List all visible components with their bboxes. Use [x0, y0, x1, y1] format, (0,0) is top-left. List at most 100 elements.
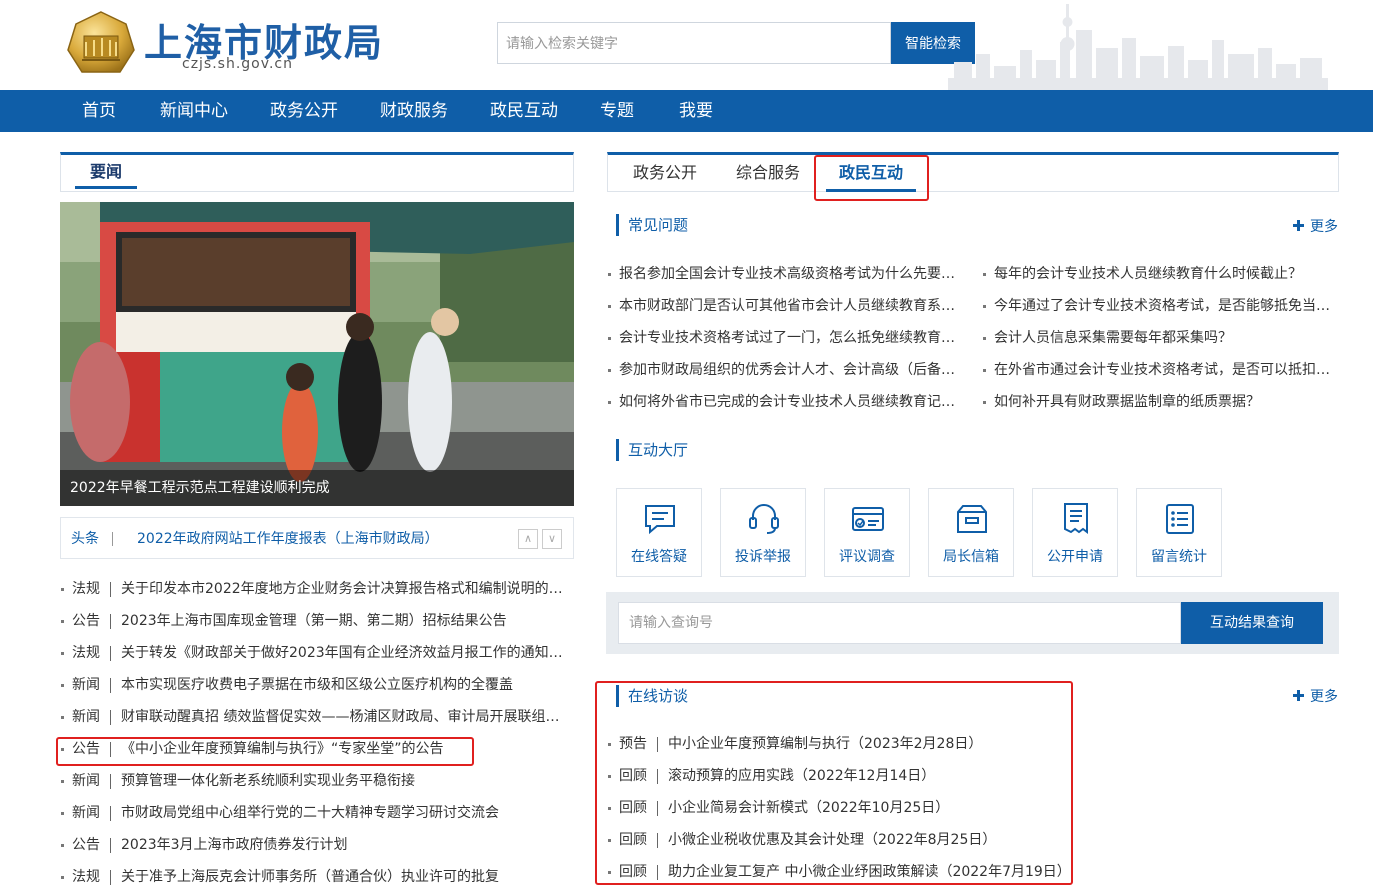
tile-message-stats[interactable]: 留言统计: [1136, 488, 1222, 577]
faq-item[interactable]: 本市财政部门是否认可其他省市会计人员继续教育系统学时？: [607, 290, 957, 322]
tile-disclosure-request[interactable]: 公开申请: [1032, 488, 1118, 577]
news-title[interactable]: 2023年3月上海市政府债券发行计划: [121, 829, 566, 861]
interview-category: 回顾: [619, 800, 647, 816]
news-item[interactable]: 公告 《中小企业年度预算编制与执行》“专家坐堂”的公告: [60, 733, 580, 765]
interview-title[interactable]: 小企业简易会计新模式（2022年10月25日）: [668, 792, 949, 824]
nav-interaction[interactable]: 政民互动: [490, 90, 558, 132]
tile-label: 投诉举报: [735, 549, 791, 565]
headline-link[interactable]: 2022年政府网站工作年度报表（上海市财政局）: [137, 518, 439, 560]
interview-title[interactable]: 滚动预算的应用实践（2022年12月14日）: [668, 760, 935, 792]
divider: [110, 582, 111, 597]
skyline-image: [948, 4, 1328, 90]
tile-survey[interactable]: 评议调查: [824, 488, 910, 577]
bullet-icon: [608, 775, 611, 778]
tab-interaction[interactable]: 政民互动: [826, 153, 916, 192]
news-title[interactable]: 《中小企业年度预算编制与执行》“专家坐堂”的公告: [121, 733, 566, 765]
chat-icon: [645, 505, 675, 535]
news-title[interactable]: 2023年上海市国库现金管理（第一期、第二期）招标结果公告: [121, 605, 566, 637]
news-title[interactable]: 关于印发本市2022年度地方企业财务会计决算报告格式和编制说明的通知: [121, 573, 566, 605]
survey-icon: [852, 507, 884, 531]
nav-news-center[interactable]: 新闻中心: [160, 90, 228, 132]
emblem-icon[interactable]: [64, 10, 138, 78]
news-category: 新闻: [72, 773, 100, 789]
news-title[interactable]: 关于准予上海辰克会计师事务所（普通合伙）执业许可的批复: [121, 861, 566, 893]
nav-gov-affairs[interactable]: 政务公开: [270, 90, 338, 132]
news-item[interactable]: 公告 2023年3月上海市政府债券发行计划: [60, 829, 580, 861]
divider: [657, 865, 658, 880]
news-item[interactable]: 新闻 预算管理一体化新老系统顺利实现业务平稳衔接: [60, 765, 580, 797]
nav-i-want[interactable]: 我要: [679, 90, 713, 132]
headline-divider: [112, 532, 113, 546]
tile-online-qa[interactable]: 在线答疑: [616, 488, 702, 577]
news-item[interactable]: 法规 关于印发本市2022年度地方企业财务会计决算报告格式和编制说明的通知: [60, 573, 580, 605]
news-category: 新闻: [72, 805, 100, 821]
divider: [110, 870, 111, 885]
tab-gov-affairs[interactable]: 政务公开: [633, 153, 697, 192]
headline-up-button[interactable]: ∧: [518, 529, 538, 549]
divider: [110, 806, 111, 821]
news-item[interactable]: 法规 关于转发《财政部关于做好2023年国有企业经济效益月报工作的通知》的通知: [60, 637, 580, 669]
nav-topics[interactable]: 专题: [600, 90, 634, 132]
interview-category: 回顾: [619, 832, 647, 848]
interview-section-title: 在线访谈: [616, 685, 688, 707]
faq-item[interactable]: 会计人员信息采集需要每年都采集吗？: [982, 322, 1332, 354]
news-title[interactable]: 关于转发《财政部关于做好2023年国有企业经济效益月报工作的通知》的通知: [121, 637, 566, 669]
list-icon: [1166, 504, 1194, 534]
faq-item[interactable]: 如何将外省市已完成的会计专业技术人员继续教育记录转入本市？: [607, 386, 957, 418]
site-header: 上海市财政局 czjs.sh.gov.cn 请输入检索关键字 智能检索: [0, 0, 1373, 90]
faq-item[interactable]: 每年的会计专业技术人员继续教育什么时候截止？: [982, 258, 1332, 290]
tile-director-mailbox[interactable]: 局长信箱: [928, 488, 1014, 577]
news-title[interactable]: 预算管理一体化新老系统顺利实现业务平稳衔接: [121, 765, 566, 797]
interview-more-link[interactable]: 更多: [1293, 686, 1338, 706]
query-button[interactable]: 互动结果查询: [1181, 602, 1323, 644]
news-item[interactable]: 新闻 本市实现医疗收费电子票据在市级和区级公立医疗机构的全覆盖: [60, 669, 580, 701]
divider: [110, 614, 111, 629]
bullet-icon: [608, 871, 611, 874]
news-item[interactable]: 新闻 财审联动醒真招 绩效监督促实效——杨浦区财政局、审计局开展联组学习: [60, 701, 580, 733]
tab-yaowen[interactable]: 要闻: [75, 153, 137, 189]
faq-section-title: 常见问题: [616, 214, 688, 236]
news-title[interactable]: 财审联动醒真招 绩效监督促实效——杨浦区财政局、审计局开展联组学习: [121, 701, 566, 733]
faq-item[interactable]: 会计专业技术资格考试过了一门，怎么抵免继续教育学时？: [607, 322, 957, 354]
tile-label: 评议调查: [839, 549, 895, 565]
interview-title[interactable]: 中小企业年度预算编制与执行（2023年2月28日）: [668, 728, 982, 760]
news-item[interactable]: 法规 关于准予上海辰克会计师事务所（普通合伙）执业许可的批复: [60, 861, 580, 893]
tab-services[interactable]: 综合服务: [736, 153, 800, 192]
divider: [110, 710, 111, 725]
bullet-icon: [61, 748, 64, 751]
faq-item[interactable]: 在外省市通过会计专业技术资格考试，是否可以抵扣会计继续教育？: [982, 354, 1332, 386]
interview-title[interactable]: 助力企业复工复产 中小微企业纾困政策解读（2022年7月19日）: [668, 856, 1071, 888]
search-input[interactable]: 请输入检索关键字: [497, 22, 891, 64]
faq-item[interactable]: 报名参加全国会计专业技术高级资格考试为什么先要进行资格审核？: [607, 258, 957, 290]
divider: [657, 833, 658, 848]
interview-title[interactable]: 小微企业税收优惠及其会计处理（2022年8月25日）: [668, 824, 996, 856]
divider: [657, 737, 658, 752]
faq-item[interactable]: 今年通过了会计专业技术资格考试，是否能够抵免当年继续教育？: [982, 290, 1332, 322]
interview-category: 回顾: [619, 768, 647, 784]
news-item[interactable]: 公告 2023年上海市国库现金管理（第一期、第二期）招标结果公告: [60, 605, 580, 637]
query-input[interactable]: 请输入查询号: [618, 602, 1181, 644]
news-category: 公告: [72, 613, 100, 629]
tile-complaint[interactable]: 投诉举报: [720, 488, 806, 577]
divider: [110, 646, 111, 661]
divider: [657, 769, 658, 784]
bullet-icon: [61, 876, 64, 879]
headline-down-button[interactable]: ∨: [542, 529, 562, 549]
news-title[interactable]: 市财政局党组中心组举行党的二十大精神专题学习研讨交流会: [121, 797, 566, 829]
faq-item[interactable]: 如何补开具有财政票据监制章的纸质票据？: [982, 386, 1332, 418]
news-category: 法规: [72, 645, 100, 661]
search-placeholder: 请输入检索关键字: [506, 36, 618, 52]
featured-photo[interactable]: 2022年早餐工程示范点工程建设顺利完成: [60, 202, 574, 506]
tile-label: 留言统计: [1151, 549, 1207, 565]
faq-more-link[interactable]: 更多: [1293, 216, 1338, 236]
headline-bar: 头条 2022年政府网站工作年度报表（上海市财政局） ∧ ∨: [60, 517, 574, 559]
photo-caption[interactable]: 2022年早餐工程示范点工程建设顺利完成: [60, 470, 574, 506]
headset-icon: [749, 504, 779, 534]
nav-home[interactable]: 首页: [82, 90, 116, 132]
news-title[interactable]: 本市实现医疗收费电子票据在市级和区级公立医疗机构的全覆盖: [121, 669, 566, 701]
divider: [110, 742, 111, 757]
faq-item[interactable]: 参加市财政局组织的优秀会计人才、会计高级（后备）人才培养: [607, 354, 957, 386]
nav-finance-services[interactable]: 财政服务: [380, 90, 448, 132]
news-list: 法规 关于印发本市2022年度地方企业财务会计决算报告格式和编制说明的通知 公告 2…: [60, 573, 580, 893]
news-item[interactable]: 新闻 市财政局党组中心组举行党的二十大精神专题学习研讨交流会: [60, 797, 580, 829]
